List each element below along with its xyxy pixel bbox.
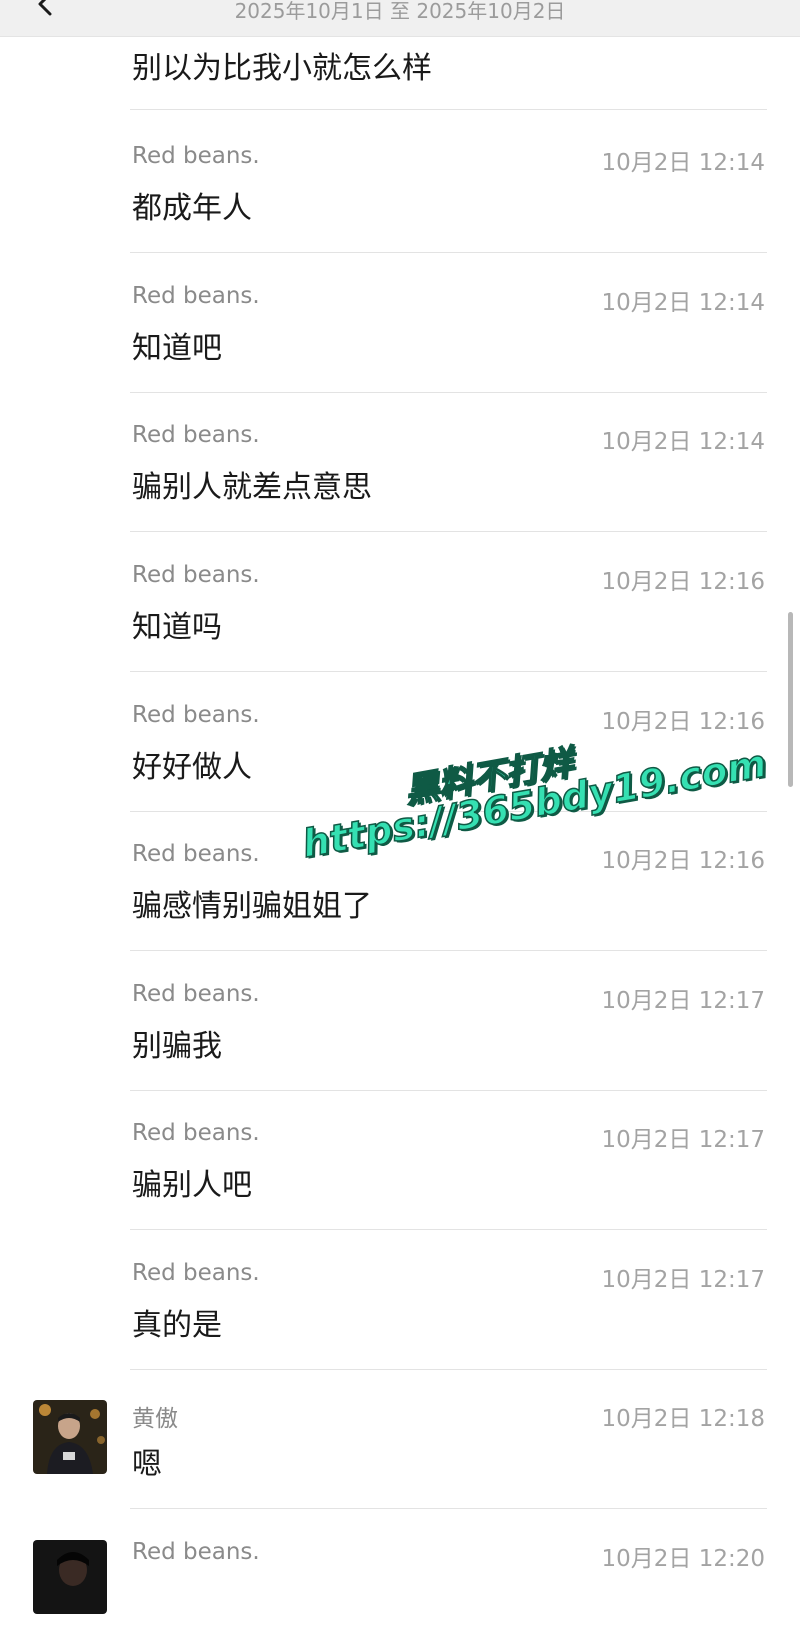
avatar-photo: [33, 1540, 107, 1614]
message-time: 10月2日 12:17: [601, 1267, 766, 1293]
list-item[interactable]: Red beans. 10月2日 12:14 知道吧: [0, 253, 800, 393]
message-text: 骗别人吧: [132, 1168, 252, 1203]
sender-name: Red beans.: [132, 1539, 260, 1565]
message-time: 10月2日 12:14: [601, 290, 766, 316]
list-item[interactable]: Red beans. 10月2日 12:14 都成年人: [0, 113, 800, 253]
message-time: 10月2日 12:17: [601, 988, 766, 1014]
sender-name: Red beans.: [132, 981, 260, 1007]
list-item[interactable]: Red beans. 10月2日 12:17 别骗我: [0, 951, 800, 1091]
message-text: 都成年人: [132, 191, 252, 226]
message-text: 别以为比我小就怎么样: [132, 51, 432, 86]
message-text: 骗感情别骗姐姐了: [132, 889, 372, 924]
sender-name: Red beans.: [132, 1260, 260, 1286]
avatar-photo: [33, 1400, 107, 1474]
sender-name: Red beans.: [132, 841, 260, 867]
message-time: 10月2日 12:14: [601, 429, 766, 455]
message-text: 嗯: [132, 1447, 162, 1482]
divider: [130, 109, 767, 110]
message-text: 好好做人: [132, 750, 252, 785]
sender-name: Red beans.: [132, 1120, 260, 1146]
list-item[interactable]: Red beans. 10月2日 12:17 真的是: [0, 1230, 800, 1370]
sender-name: Red beans.: [132, 143, 260, 169]
sender-name: Red beans.: [132, 422, 260, 448]
sender-name: Red beans.: [132, 702, 260, 728]
sender-name: 黄傲: [132, 1406, 178, 1432]
scrollbar[interactable]: [788, 612, 793, 787]
list-item[interactable]: Red beans. 10月2日 12:20: [0, 1509, 800, 1649]
list-item[interactable]: 黄傲 10月2日 12:18 嗯: [0, 1369, 800, 1509]
message-time: 10月2日 12:18: [601, 1406, 766, 1432]
list-item[interactable]: 别以为比我小就怎么样: [0, 0, 800, 110]
message-text: 知道吗: [132, 610, 222, 645]
list-item[interactable]: Red beans. 10月2日 12:16 骗感情别骗姐姐了: [0, 811, 800, 951]
sender-name: Red beans.: [132, 283, 260, 309]
message-text: 别骗我: [132, 1029, 222, 1064]
message-time: 10月2日 12:16: [601, 569, 766, 595]
message-text: 真的是: [132, 1308, 222, 1343]
message-time: 10月2日 12:16: [601, 709, 766, 735]
list-item[interactable]: Red beans. 10月2日 12:16 好好做人: [0, 672, 800, 812]
avatar[interactable]: [33, 1400, 107, 1474]
list-item[interactable]: Red beans. 10月2日 12:14 骗别人就差点意思: [0, 392, 800, 532]
message-time: 10月2日 12:14: [601, 150, 766, 176]
list-item[interactable]: Red beans. 10月2日 12:17 骗别人吧: [0, 1090, 800, 1230]
avatar[interactable]: [33, 1540, 107, 1614]
message-time: 10月2日 12:20: [601, 1546, 766, 1572]
message-text: 骗别人就差点意思: [132, 470, 372, 505]
sender-name: Red beans.: [132, 562, 260, 588]
message-time: 10月2日 12:17: [601, 1127, 766, 1153]
message-text: 知道吧: [132, 331, 222, 366]
list-item[interactable]: Red beans. 10月2日 12:16 知道吗: [0, 532, 800, 672]
message-time: 10月2日 12:16: [601, 848, 766, 874]
